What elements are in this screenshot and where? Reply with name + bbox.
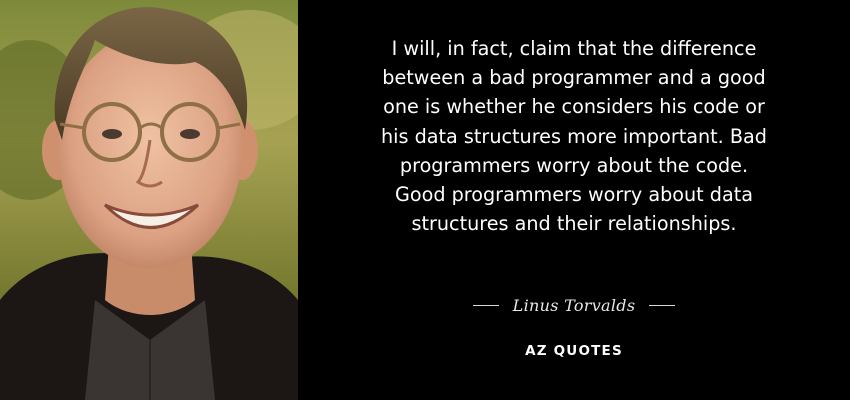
quote-line: one is whether he considers his code or	[383, 95, 765, 119]
quote-text: I will, in fact, claim that the differen…	[318, 34, 830, 238]
quote-line: his data structures more important. Bad	[381, 124, 767, 148]
quote-panel: I will, in fact, claim that the differen…	[298, 0, 850, 400]
quote-line: programmers worry about the code.	[399, 153, 749, 177]
quote-line: between a bad programmer and a good	[382, 66, 766, 90]
author-photo	[0, 0, 298, 400]
brand-logo: AZ QUOTES	[525, 343, 623, 359]
quote-card: I will, in fact, claim that the differen…	[0, 0, 850, 400]
quote-line: I will, in fact, claim that the differen…	[391, 37, 757, 60]
author-dash-right	[649, 304, 676, 306]
quote-line: Good programmers worry about data	[394, 183, 753, 207]
author-portrait-icon	[0, 0, 298, 400]
author-dash-left	[472, 304, 499, 306]
author-name[interactable]: Linus Torvalds	[513, 296, 636, 315]
author-row: Linus Torvalds	[298, 292, 850, 318]
quote-line: structures and their relationships.	[411, 212, 737, 236]
